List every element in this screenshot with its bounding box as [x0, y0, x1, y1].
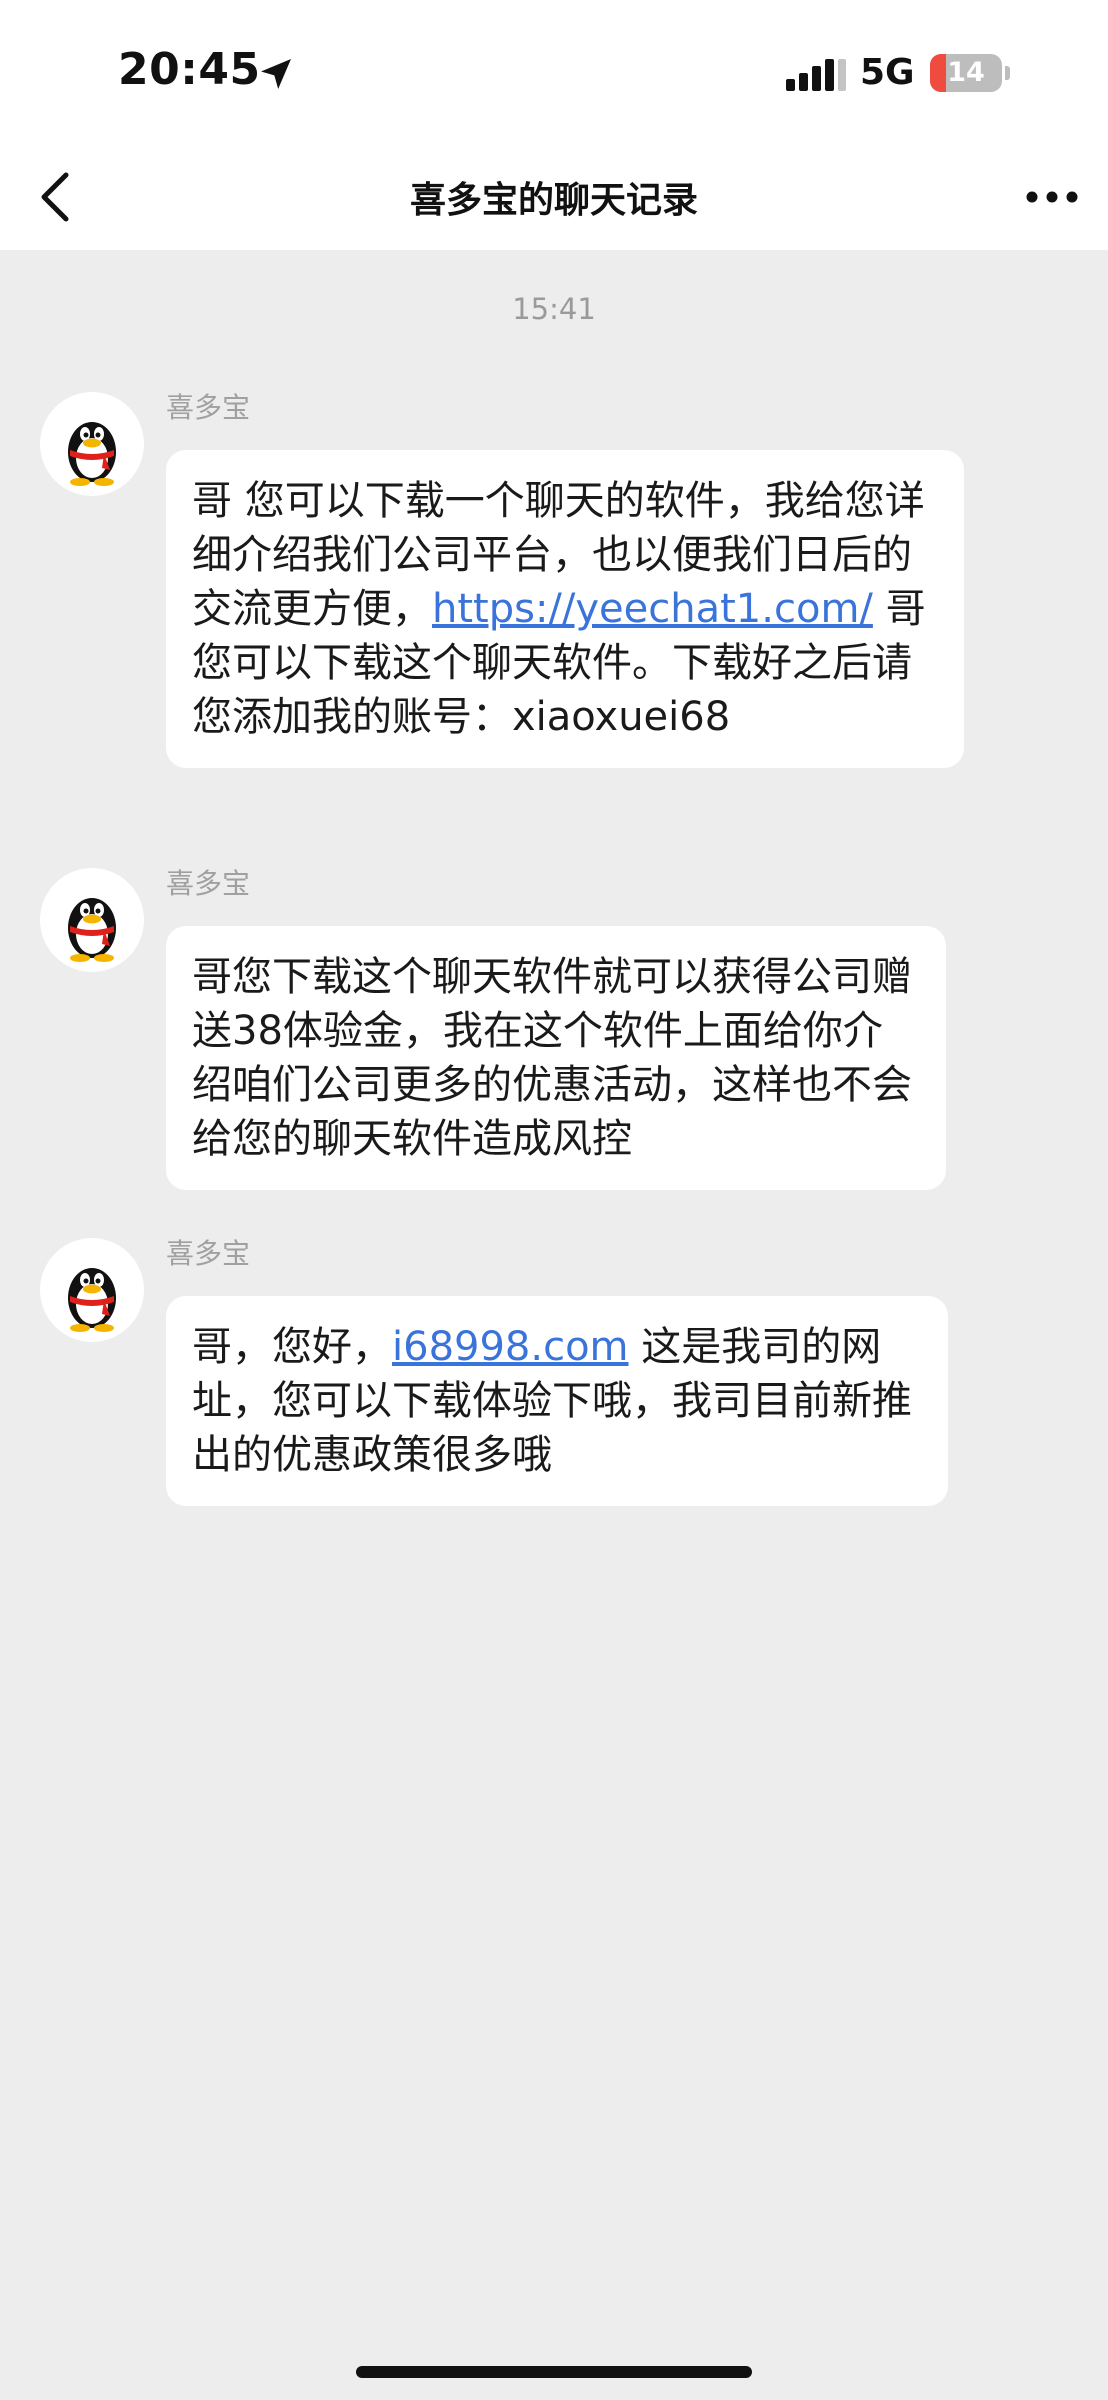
avatar[interactable]: [40, 868, 144, 972]
message-bubble[interactable]: 哥 您可以下载一个聊天的软件，我给您详细介绍我们公司平台，也以便我们日后的交流更…: [166, 450, 964, 768]
avatar[interactable]: [40, 1238, 144, 1342]
nav-bar: 喜多宝的聊天记录: [0, 145, 1108, 250]
location-arrow-icon: [261, 59, 291, 89]
message-bubble[interactable]: 哥您下载这个聊天软件就可以获得公司赠送38体验金，我在这个软件上面给你介绍咱们公…: [166, 926, 946, 1190]
battery-level: 14: [947, 57, 985, 88]
battery-indicator: 14: [930, 54, 1010, 92]
page-title: 喜多宝的聊天记录: [409, 180, 698, 221]
sender-name: 喜多宝: [166, 391, 251, 424]
status-bar: 20:45 5G 14: [0, 0, 1108, 145]
sender-name: 喜多宝: [166, 867, 251, 900]
sender-name: 喜多宝: [166, 1237, 251, 1270]
penguin-avatar-icon: [68, 898, 116, 962]
message-text: 哥，您好，: [192, 1324, 392, 1370]
battery-body: 14: [930, 54, 1002, 92]
message-link[interactable]: https://yeechat1.com/: [432, 586, 873, 632]
home-indicator[interactable]: [356, 2366, 752, 2378]
network-label: 5G: [860, 52, 915, 93]
penguin-avatar-icon: [68, 1268, 116, 1332]
avatar[interactable]: [40, 392, 144, 496]
ellipsis-icon[interactable]: [1024, 175, 1080, 219]
message-bubble[interactable]: 哥，您好，i68998.com 这是我司的网址，您可以下载体验下哦，我司目前新推…: [166, 1296, 948, 1506]
screen: 20:45 5G 14 喜多宝的聊天记录 15:41 喜多宝 哥 您可以下载一个…: [0, 0, 1108, 2400]
message-text: 哥您下载这个聊天软件就可以获得公司赠送38体验金，我在这个软件上面给你介绍咱们公…: [192, 954, 912, 1162]
chat-timestamp: 15:41: [512, 292, 596, 326]
message-link[interactable]: i68998.com: [392, 1324, 629, 1370]
penguin-avatar-icon: [68, 422, 116, 486]
status-time: 20:45: [118, 44, 261, 95]
cellular-signal-icon: [786, 59, 846, 91]
battery-nub: [1005, 66, 1010, 80]
